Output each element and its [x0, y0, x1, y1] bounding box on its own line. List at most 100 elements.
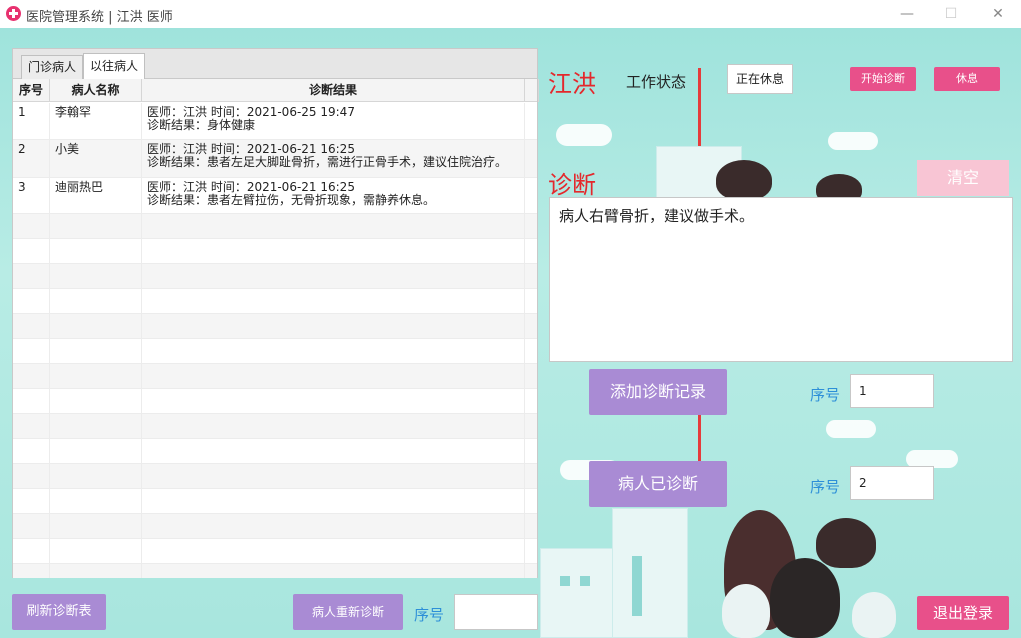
seq-add-input[interactable]: 1: [850, 374, 934, 408]
nurse-figure: [716, 160, 772, 200]
cell-diagnosis: 医师：江洪 时间：2021-06-21 16:25 诊断结果：患者左足大脚趾骨折…: [142, 140, 525, 177]
table-row[interactable]: 2 小美 医师：江洪 时间：2021-06-21 16:25 诊断结果：患者左足…: [13, 140, 537, 178]
minimize-button[interactable]: —: [887, 3, 927, 25]
diagnosis-label: 诊断: [548, 171, 596, 199]
cell-text: 医师：江洪 时间：2021-06-21 16:25: [147, 142, 355, 156]
empty-table-row: [13, 239, 537, 264]
doctor-figure: [816, 518, 876, 568]
empty-table-row: [13, 214, 537, 239]
cell-text: 小美: [55, 142, 80, 156]
building-window: [580, 576, 590, 586]
patient-table-panel: 门诊病人 以往病人 序号 病人名称 诊断结果 1 李翰罕 医师：江洪 时间：20…: [12, 48, 539, 578]
maximize-button[interactable]: ☐: [931, 3, 971, 25]
empty-cell: [50, 289, 142, 313]
rest-button[interactable]: 休息: [934, 67, 1000, 91]
cell-diagnosis: 医师：江洪 时间：2021-06-25 19:47 诊断结果：身体健康: [142, 103, 525, 139]
empty-cell: [13, 464, 50, 488]
doctor-figure: [852, 592, 896, 638]
add-diagnosis-record-button[interactable]: 添加诊断记录: [589, 369, 727, 415]
cell-text: 1: [18, 105, 26, 119]
empty-table-row: [13, 314, 537, 339]
cell-patient-name: 小美: [50, 140, 142, 177]
empty-cell: [13, 264, 50, 288]
empty-table-row: [13, 389, 537, 414]
empty-cell: [50, 264, 142, 288]
cell-text: 2: [18, 142, 26, 156]
tab-past-patients[interactable]: 以往病人: [83, 53, 146, 79]
logout-button[interactable]: 退出登录: [917, 596, 1009, 630]
doctor-name-label: 江洪: [548, 70, 596, 98]
seq-label: 序号: [414, 606, 445, 624]
column-header-number[interactable]: 序号: [13, 79, 50, 102]
empty-cell: [50, 214, 142, 238]
empty-cell: [142, 314, 525, 338]
cell-text: 3: [18, 180, 26, 194]
title-bar: 医院管理系统 | 江洪 医师 — ☐ ✕: [0, 0, 1021, 28]
seq-diagnosed-input[interactable]: 2: [850, 466, 934, 500]
cell-text: 诊断结果：身体健康: [147, 118, 256, 132]
empty-cell: [13, 239, 50, 263]
empty-cell: [13, 539, 50, 563]
empty-table-row: [13, 264, 537, 289]
diagnosis-textarea[interactable]: 病人右臂骨折，建议做手术。: [549, 197, 1013, 362]
empty-cell: [13, 289, 50, 313]
seq-rediagnose-input[interactable]: [454, 594, 538, 630]
refresh-diagnosis-table-button[interactable]: 刷新诊断表: [12, 594, 106, 630]
empty-cell: [50, 439, 142, 463]
column-header-patient-name[interactable]: 病人名称: [50, 79, 142, 102]
clear-button[interactable]: 清空: [917, 160, 1009, 196]
empty-cell: [142, 464, 525, 488]
empty-cell: [50, 414, 142, 438]
empty-cell: [50, 314, 142, 338]
tab-outpatients[interactable]: 门诊病人: [21, 55, 84, 79]
building-decoration: [540, 548, 620, 638]
table-row[interactable]: 1 李翰罕 医师：江洪 时间：2021-06-25 19:47 诊断结果：身体健…: [13, 103, 537, 140]
column-header-diagnosis-result[interactable]: 诊断结果: [142, 79, 525, 102]
empty-cell: [13, 439, 50, 463]
column-header-extra: [525, 79, 539, 102]
nurse-figure: [770, 558, 840, 638]
empty-table-row: [13, 489, 537, 514]
empty-table-row: [13, 539, 537, 564]
empty-cell: [50, 464, 142, 488]
empty-table-row: [13, 564, 537, 578]
empty-cell: [50, 564, 142, 578]
cell-number: 1: [13, 103, 50, 139]
empty-cell: [142, 289, 525, 313]
empty-cell: [142, 514, 525, 538]
empty-cell: [50, 339, 142, 363]
cell-text: 医师：江洪 时间：2021-06-21 16:25: [147, 180, 355, 194]
cloud-decoration: [826, 420, 876, 438]
empty-cell: [13, 364, 50, 388]
empty-cell: [50, 364, 142, 388]
empty-cell: [142, 339, 525, 363]
cell-number: 3: [13, 178, 50, 213]
close-button[interactable]: ✕: [978, 3, 1018, 25]
patient-diagnosed-button[interactable]: 病人已诊断: [589, 461, 727, 507]
empty-cell: [142, 364, 525, 388]
empty-cell: [142, 414, 525, 438]
seq-label: 序号: [810, 386, 841, 404]
empty-cell: [142, 239, 525, 263]
cell-patient-name: 李翰罕: [50, 103, 142, 139]
empty-cell: [142, 264, 525, 288]
empty-cell: [50, 389, 142, 413]
empty-cell: [13, 414, 50, 438]
empty-cell: [50, 539, 142, 563]
cell-text: 诊断结果：患者左臂拉伤，无骨折现象，需静养休息。: [147, 193, 436, 207]
empty-table-row: [13, 464, 537, 489]
empty-cell: [13, 489, 50, 513]
empty-cell: [50, 239, 142, 263]
table-row[interactable]: 3 迪丽热巴 医师：江洪 时间：2021-06-21 16:25 诊断结果：患者…: [13, 178, 537, 214]
empty-cell: [13, 314, 50, 338]
empty-cell: [142, 439, 525, 463]
rediagnose-patient-button[interactable]: 病人重新诊断: [293, 594, 403, 630]
cell-text: 诊断结果：患者左足大脚趾骨折，需进行正骨手术，建议住院治疗。: [147, 155, 508, 169]
empty-cell: [13, 214, 50, 238]
table-header: 序号 病人名称 诊断结果: [13, 79, 539, 102]
window-title: 医院管理系统 | 江洪 医师: [26, 10, 173, 25]
empty-table-row: [13, 289, 537, 314]
start-diagnosis-button[interactable]: 开始诊断: [850, 67, 916, 91]
cell-number: 2: [13, 140, 50, 177]
empty-cell: [142, 564, 525, 578]
